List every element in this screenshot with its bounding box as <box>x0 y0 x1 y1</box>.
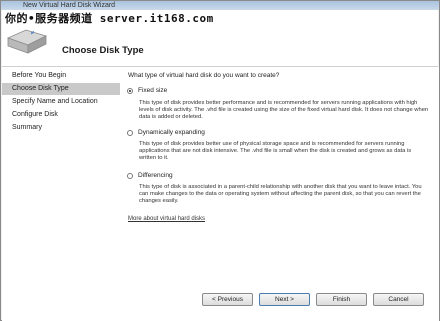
step-specify-name-location[interactable]: Specify Name and Location <box>2 96 120 108</box>
step-summary[interactable]: Summary <box>2 122 120 134</box>
more-about-vhd-link[interactable]: More about virtual hard disks <box>128 216 205 222</box>
window-title: New Virtual Hard Disk Wizard <box>23 2 116 9</box>
differencing-label[interactable]: Differencing <box>138 172 173 179</box>
title-bar[interactable]: New Virtual Hard Disk Wizard <box>1 1 439 10</box>
dynamically-expanding-radio[interactable] <box>127 130 133 136</box>
step-configure-disk[interactable]: Configure Disk <box>2 109 120 121</box>
fixed-size-label[interactable]: Fixed size <box>138 87 167 94</box>
cancel-button[interactable]: Cancel <box>373 293 424 306</box>
differencing-radio[interactable] <box>127 173 133 179</box>
wizard-content: What type of virtual hard disk do you wa… <box>120 67 439 285</box>
dynamically-expanding-label[interactable]: Dynamically expanding <box>138 129 205 136</box>
next-button[interactable]: Next > <box>259 293 310 306</box>
differencing-description: This type of disk is associated in a par… <box>139 184 422 205</box>
fixed-size-description: This type of disk provides better perfor… <box>139 100 429 121</box>
step-choose-disk-type[interactable]: Choose Disk Type <box>2 83 120 95</box>
wizard-steps-sidebar: Before You Begin Choose Disk Type Specif… <box>2 67 120 321</box>
watermark-text: 你的•服务器频道 server.it168.com <box>5 12 214 25</box>
hard-disk-icon <box>6 29 48 54</box>
page-title: Choose Disk Type <box>62 45 144 56</box>
previous-button[interactable]: < Previous <box>202 293 253 306</box>
disk-type-question: What type of virtual hard disk do you wa… <box>128 72 280 79</box>
step-before-you-begin[interactable]: Before You Begin <box>2 70 120 82</box>
wizard-window: New Virtual Hard Disk Wizard Choose Disk… <box>0 0 440 321</box>
finish-button[interactable]: Finish <box>316 293 367 306</box>
dynamically-expanding-description: This type of disk provides better use of… <box>139 141 412 162</box>
fixed-size-radio[interactable] <box>127 88 133 94</box>
button-bar: < Previous Next > Finish Cancel <box>120 285 439 321</box>
